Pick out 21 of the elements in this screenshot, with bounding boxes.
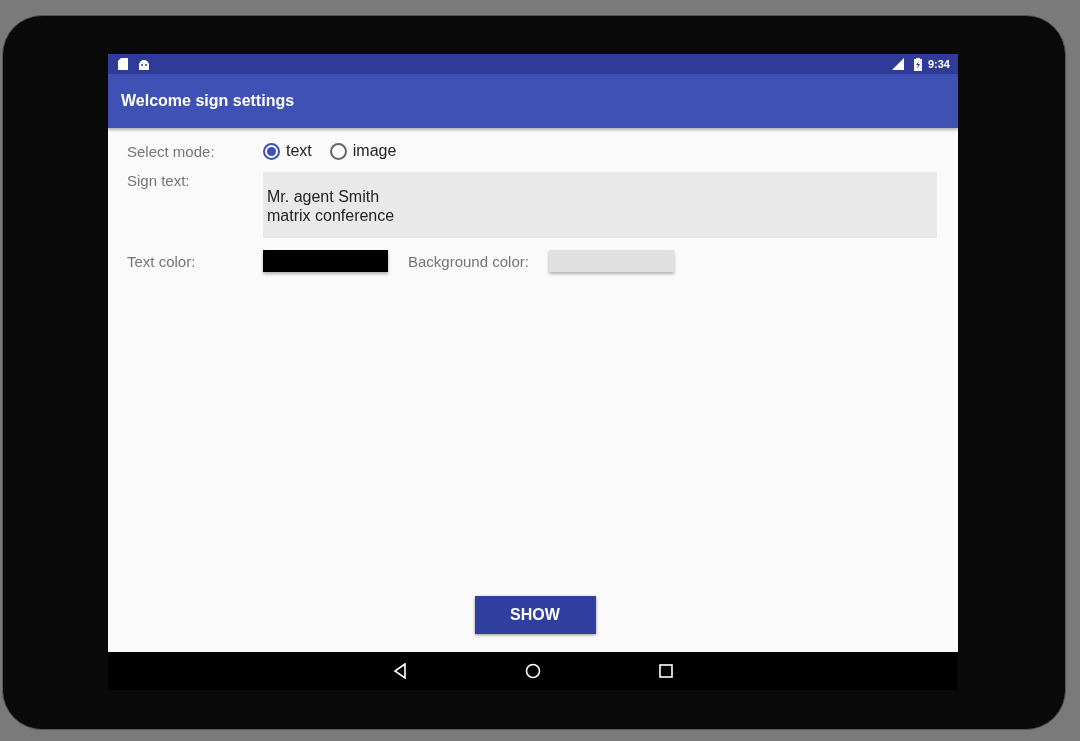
show-button[interactable]: SHOW — [474, 596, 596, 634]
color-swatch-button[interactable] — [263, 250, 388, 272]
radio-option[interactable]: text — [263, 142, 312, 160]
color-swatch-button[interactable] — [548, 250, 674, 272]
home-icon[interactable] — [525, 663, 541, 679]
recents-icon[interactable] — [659, 664, 673, 678]
android-icon — [138, 58, 150, 70]
field-label: Select mode: — [127, 142, 216, 160]
field-label: Sign text: — [127, 172, 191, 189]
field-label: Text color: — [127, 252, 197, 270]
radio-icon[interactable] — [263, 142, 280, 160]
sign-text-field[interactable]: Mr. agent Smith matrix conference — [263, 172, 937, 238]
field-label: Background color: — [408, 252, 529, 270]
battery-icon — [913, 57, 922, 71]
signal-icon — [891, 58, 904, 70]
clock-time: 9:34 — [927, 58, 950, 70]
sd-card-icon — [118, 58, 128, 70]
radio-icon[interactable] — [329, 142, 347, 160]
app-title: Welcome sign settings — [121, 92, 295, 110]
back-icon[interactable] — [393, 663, 407, 679]
radio-option[interactable]: image — [329, 142, 397, 160]
